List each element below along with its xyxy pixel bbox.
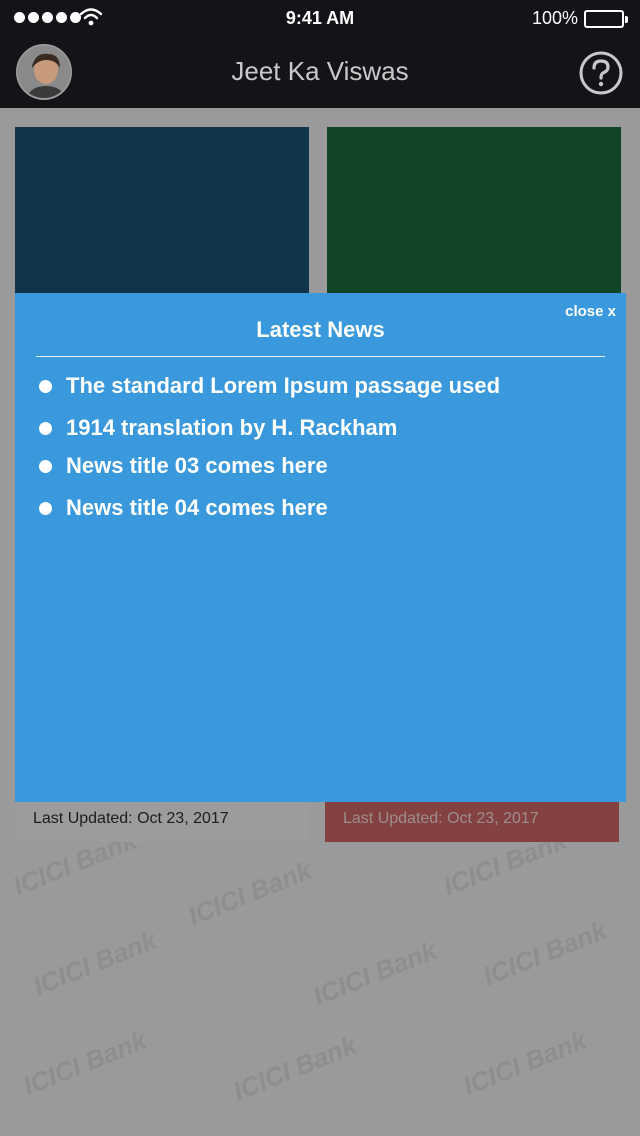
battery-percent: 100% — [531, 8, 578, 28]
bullet-icon — [39, 421, 52, 435]
bullet-icon — [39, 379, 52, 393]
bullet-icon — [39, 501, 52, 515]
news-item-title: 1914 translation by H. Rackham — [66, 415, 398, 440]
news-item[interactable]: 1914 translation by H. Rackham — [39, 415, 609, 440]
news-item[interactable]: The standard Lorem Ipsum passage used — [39, 373, 609, 398]
news-item[interactable]: News title 03 comes here — [39, 453, 609, 478]
news-item-title: News title 04 comes here — [66, 495, 328, 520]
bullet-icon — [39, 459, 52, 473]
help-circle-icon[interactable] — [578, 50, 624, 96]
news-item-title: The standard Lorem Ipsum passage used — [66, 373, 501, 398]
news-item-title: News title 03 comes here — [66, 453, 328, 478]
latest-news-modal: close x Latest News The standard Lorem I… — [15, 293, 626, 802]
modal-title: Latest News — [256, 317, 385, 342]
status-bar: 9:41 AM 100% — [0, 0, 640, 36]
app-header: Jeet Ka Viswas — [0, 36, 640, 108]
modal-divider — [36, 356, 605, 357]
news-item[interactable]: News title 04 comes here — [39, 495, 609, 520]
news-list: The standard Lorem Ipsum passage used 19… — [39, 373, 609, 539]
header-title: Jeet Ka Viswas — [231, 56, 409, 86]
battery-icon — [584, 10, 628, 28]
